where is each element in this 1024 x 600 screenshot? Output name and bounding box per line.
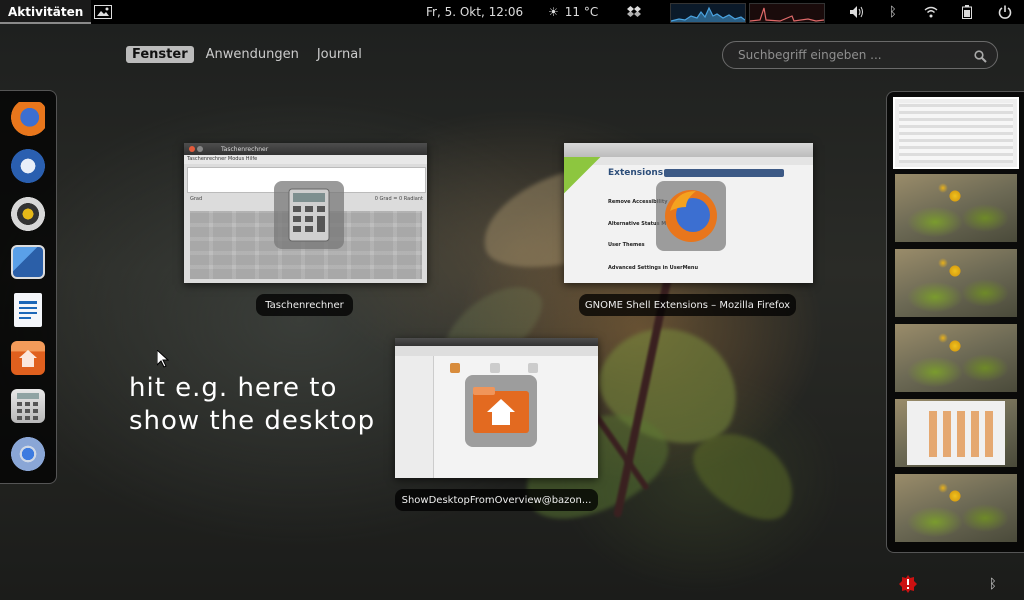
view-switcher: Fenster Anwendungen Journal: [126, 46, 368, 63]
top-bar: Aktivitäten Fr, 5. Okt, 12:06 ☀ 11 °C ᛒ: [0, 0, 1024, 24]
photos-icon[interactable]: [11, 245, 45, 279]
folder-icon: [450, 363, 460, 373]
calculator-icon[interactable]: [11, 389, 45, 423]
minimize-icon: [197, 146, 203, 152]
tab-windows[interactable]: Fenster: [126, 46, 194, 63]
weather-indicator[interactable]: ☀ 11 °C: [548, 0, 598, 24]
window-file-manager[interactable]: [395, 338, 598, 478]
ext-item: Advanced Settings in UserMenu: [608, 265, 699, 271]
workspace-window: [899, 103, 1013, 163]
workspace-switcher: [886, 91, 1024, 553]
power-icon[interactable]: [998, 0, 1012, 24]
window-caption[interactable]: Taschenrechner: [256, 294, 353, 316]
clock[interactable]: Fr, 5. Okt, 12:06: [426, 0, 523, 24]
gnome-ribbon: [564, 157, 604, 197]
calculator-titlebar: Taschenrechner: [184, 143, 427, 155]
firefox-icon: [656, 181, 726, 251]
file-icon: [528, 363, 538, 373]
calculator-status: 0 Grad = 0 Radiant: [374, 196, 423, 202]
thunderbird-icon[interactable]: [11, 149, 45, 183]
search-icon: [974, 48, 987, 67]
show-desktop-icon[interactable]: [94, 0, 112, 24]
activities-button[interactable]: Aktivitäten: [0, 0, 92, 24]
network-graph[interactable]: [749, 3, 825, 23]
sun-icon: ☀: [548, 5, 559, 19]
dropbox-icon[interactable]: [627, 0, 641, 24]
annotation-line: show the desktop: [129, 406, 376, 436]
writer-icon[interactable]: [14, 293, 42, 327]
bluetooth-tray-icon[interactable]: ᛒ: [989, 574, 1001, 594]
firefox-icon[interactable]: [11, 102, 45, 136]
ext-item: User Themes: [608, 242, 645, 248]
calculator-mode: Grad: [190, 196, 203, 202]
close-icon: [189, 146, 195, 152]
workspace-thumbnail[interactable]: [895, 249, 1017, 317]
folder-grid: [929, 411, 999, 457]
window-caption[interactable]: GNOME Shell Extensions – Mozilla Firefox: [579, 294, 796, 316]
workspace-thumbnail[interactable]: [895, 399, 1017, 467]
workspace-thumbnail[interactable]: [895, 174, 1017, 242]
file-manager-icon: [465, 375, 537, 447]
dash: [0, 90, 57, 484]
annotation-line: hit e.g. here to: [129, 373, 338, 403]
cpu-graph[interactable]: [670, 3, 746, 23]
file-icon: [490, 363, 500, 373]
wifi-icon[interactable]: [924, 0, 938, 24]
workspace-thumbnail[interactable]: [895, 324, 1017, 392]
file-manager-icon[interactable]: [11, 341, 45, 375]
calculator-menubar: Taschenrechner Modus Hilfe: [184, 155, 427, 164]
chromium-icon[interactable]: [11, 437, 45, 471]
volume-icon[interactable]: [850, 0, 864, 24]
workspace-thumbnail[interactable]: [895, 474, 1017, 542]
calculator-icon: [274, 181, 344, 249]
window-calculator[interactable]: Taschenrechner Taschenrechner Modus Hilf…: [184, 143, 427, 283]
mouse-pointer-icon: [156, 348, 170, 372]
search-placeholder: Suchbegriff eingeben ...: [738, 48, 882, 62]
notification-alert-icon[interactable]: [899, 574, 917, 594]
file-manager-toolbar: [395, 346, 598, 356]
extensions-heading: Extensions: [608, 168, 664, 178]
speaker-app-icon[interactable]: [11, 197, 45, 231]
workspace-thumbnail[interactable]: [893, 97, 1019, 169]
search-input[interactable]: Suchbegriff eingeben ...: [722, 41, 998, 69]
window-firefox[interactable]: Extensions Remove Accessibility Alternat…: [564, 143, 813, 283]
workspace-window: [907, 401, 1005, 465]
calculator-title: Taschenrechner: [221, 145, 269, 153]
tab-applications[interactable]: Anwendungen: [200, 46, 305, 63]
tab-journal[interactable]: Journal: [311, 46, 368, 63]
bluetooth-icon[interactable]: ᛒ: [889, 0, 897, 24]
weather-temp: 11 °C: [564, 5, 599, 19]
file-manager-sidebar: [395, 356, 434, 478]
ego-nav: [664, 169, 784, 177]
annotation-text: hit e.g. here to show the desktop: [129, 372, 375, 438]
firefox-tabbar: [564, 143, 813, 157]
battery-icon[interactable]: [962, 0, 972, 24]
file-manager-titlebar: [395, 338, 598, 346]
window-caption[interactable]: ShowDesktopFromOverview@bazon...: [395, 489, 598, 511]
